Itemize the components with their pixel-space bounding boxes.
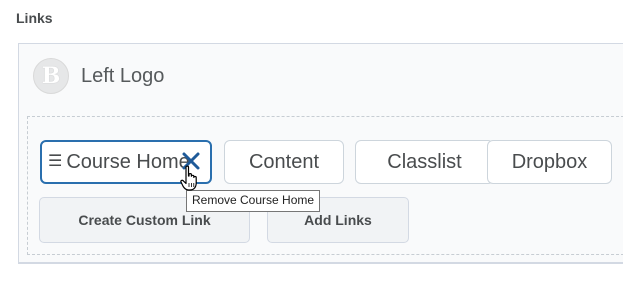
logo-area[interactable]: B Left Logo xyxy=(33,58,164,94)
drag-handle-icon[interactable]: ☰ xyxy=(48,154,62,170)
divider xyxy=(18,263,623,264)
logo-badge: B xyxy=(33,58,69,94)
link-chip-label: Content xyxy=(248,150,320,173)
link-chip-classlist[interactable]: Classlist xyxy=(355,140,494,184)
link-chip-dropbox[interactable]: Dropbox xyxy=(487,140,612,184)
hand-pointer-icon xyxy=(180,165,197,191)
link-chip-label: Classlist xyxy=(387,150,462,173)
link-chip-label: Course Home xyxy=(66,150,190,173)
section-title: Links xyxy=(16,10,53,26)
navbar-editor-panel: B Left Logo ☰ Course Home Content Classl… xyxy=(18,43,623,263)
remove-tooltip: Remove Course Home xyxy=(186,190,321,212)
link-chip-label: Dropbox xyxy=(511,150,588,173)
logo-label: Left Logo xyxy=(81,64,165,87)
link-chip-content[interactable]: Content xyxy=(224,140,344,184)
